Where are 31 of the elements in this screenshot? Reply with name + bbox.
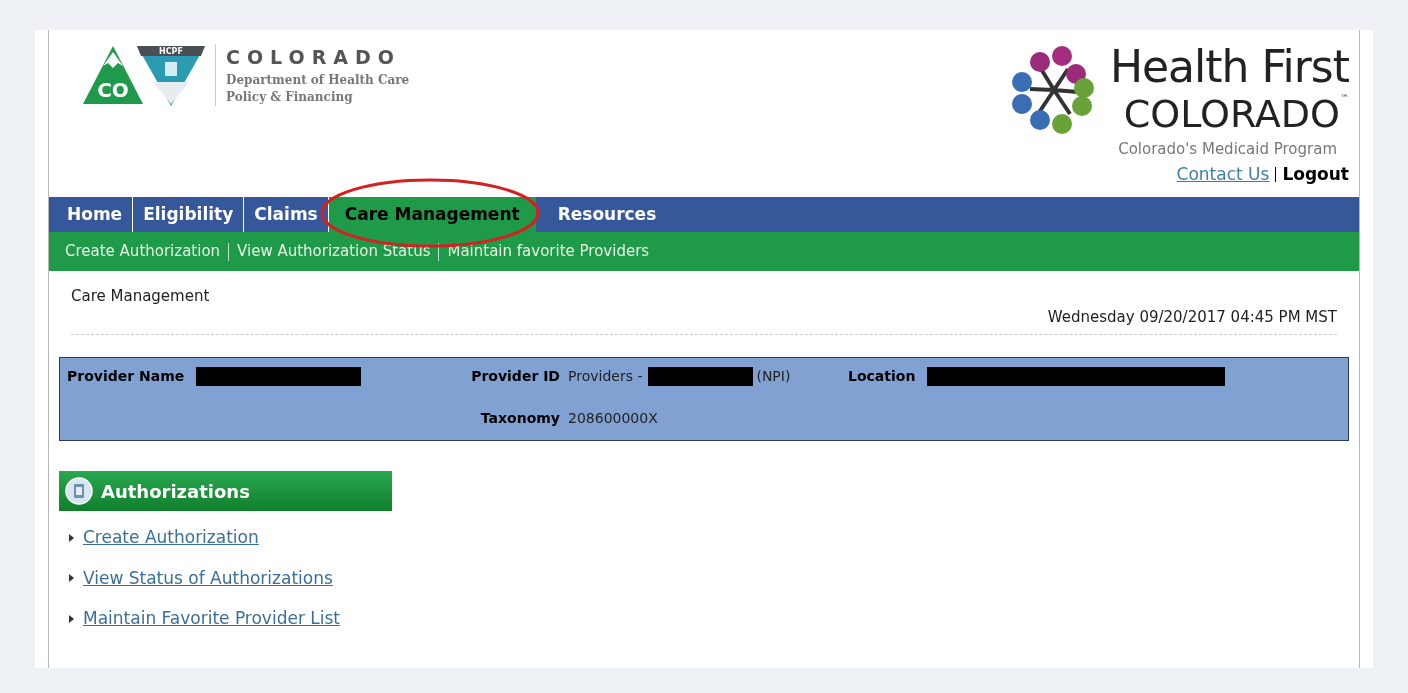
authorization-link[interactable]: View Status of Authorizations [83,565,333,591]
taxonomy-value: 208600000X [567,409,659,428]
provider-id-label: Provider ID [471,367,560,386]
program-tagline: Colorado's Medicaid Program [1118,139,1338,160]
nav-tab[interactable]: Home [57,197,133,232]
bullet-arrow-icon [69,614,74,623]
logout-link[interactable]: Logout [1282,162,1349,188]
bullet-arrow-icon [69,574,74,583]
trademark-mark: ™ [1340,92,1349,104]
contact-link[interactable]: Contact Us [1176,162,1270,188]
sub-nav-link[interactable]: Create Authorization [65,240,221,263]
program-state: COLORADO [1123,92,1340,136]
program-name: Health First [1109,42,1349,92]
nav-tab[interactable]: Resources [535,197,679,232]
provider-id-prefix: Providers - [568,367,643,386]
provider-id-suffix: (NPI) [756,367,791,386]
clipboard-icon [65,477,93,505]
location-label: Location [848,367,916,386]
page-title: Care Management [71,286,210,307]
department-name: Department of Health Care Policy & Financing [226,72,411,106]
sub-nav-link[interactable]: View Authorization Status [237,240,431,263]
timestamp: Wednesday 09/20/2017 04:45 PM MST [1047,306,1337,328]
provider-name-label: Provider Name [67,367,185,386]
taxonomy-label: Taxonomy [480,409,560,428]
bullet-arrow-icon [69,533,74,542]
authorizations-title: Authorizations [101,479,250,504]
state-logo-drawing: CO HCPF [83,44,207,108]
authorization-link[interactable]: Create Authorization [83,525,259,551]
authorization-link[interactable]: Maintain Favorite Provider List [83,606,341,632]
nav-tab[interactable]: Care Management [327,197,536,232]
state-name: COLORADO [226,46,402,68]
